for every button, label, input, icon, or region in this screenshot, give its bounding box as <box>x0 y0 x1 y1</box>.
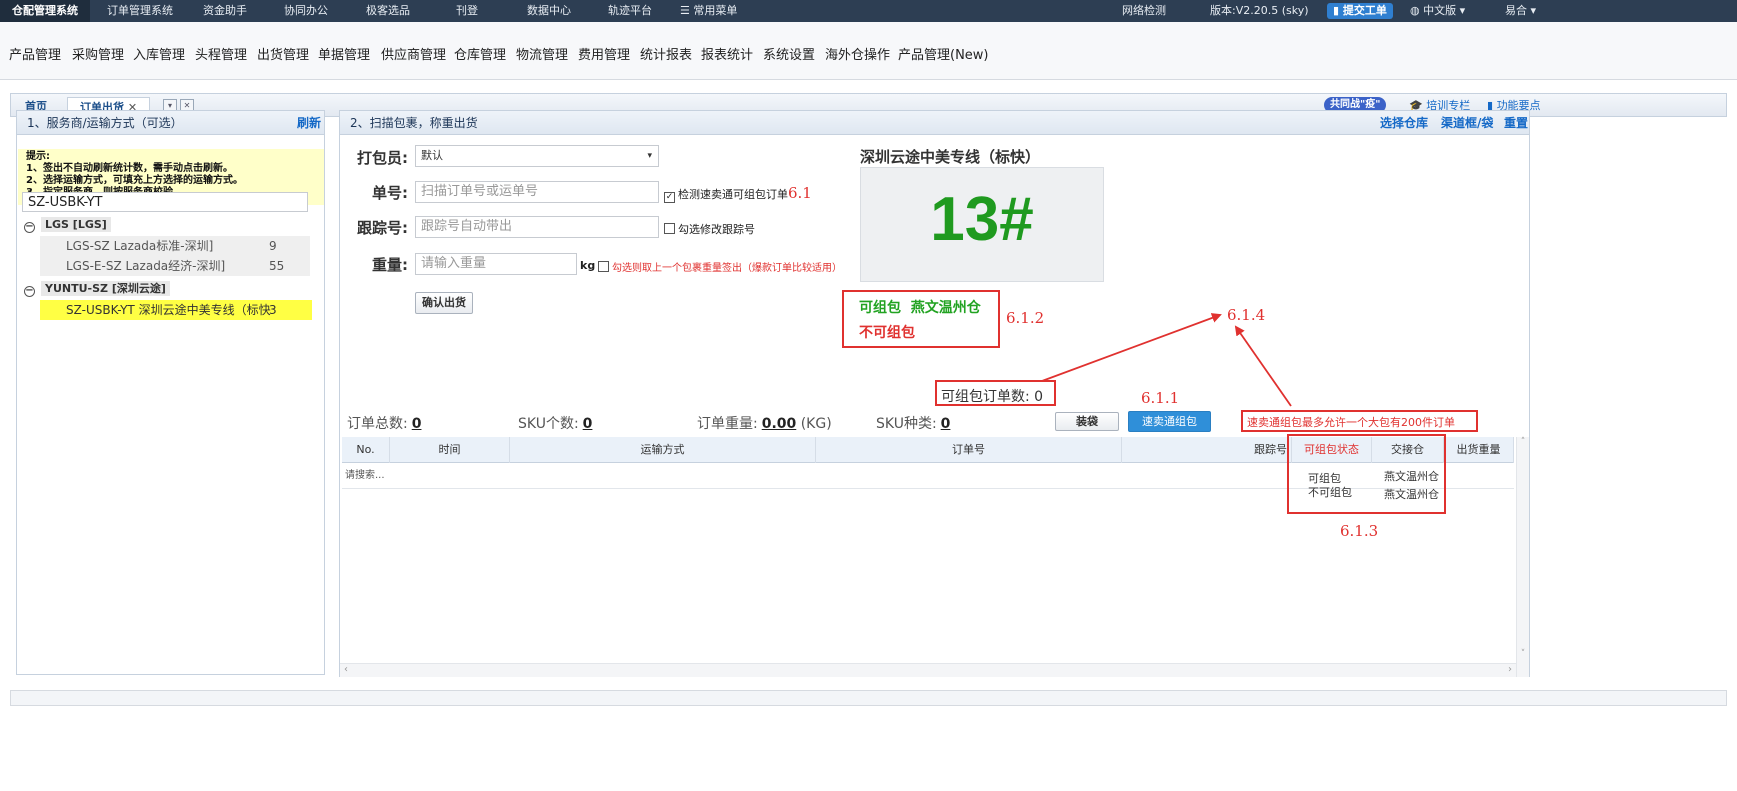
annotation-arrows <box>1041 313 1292 407</box>
arrow-count-to-6-1-4 <box>1041 313 1222 382</box>
arrow-note-to-6-1-4 <box>1234 325 1292 407</box>
